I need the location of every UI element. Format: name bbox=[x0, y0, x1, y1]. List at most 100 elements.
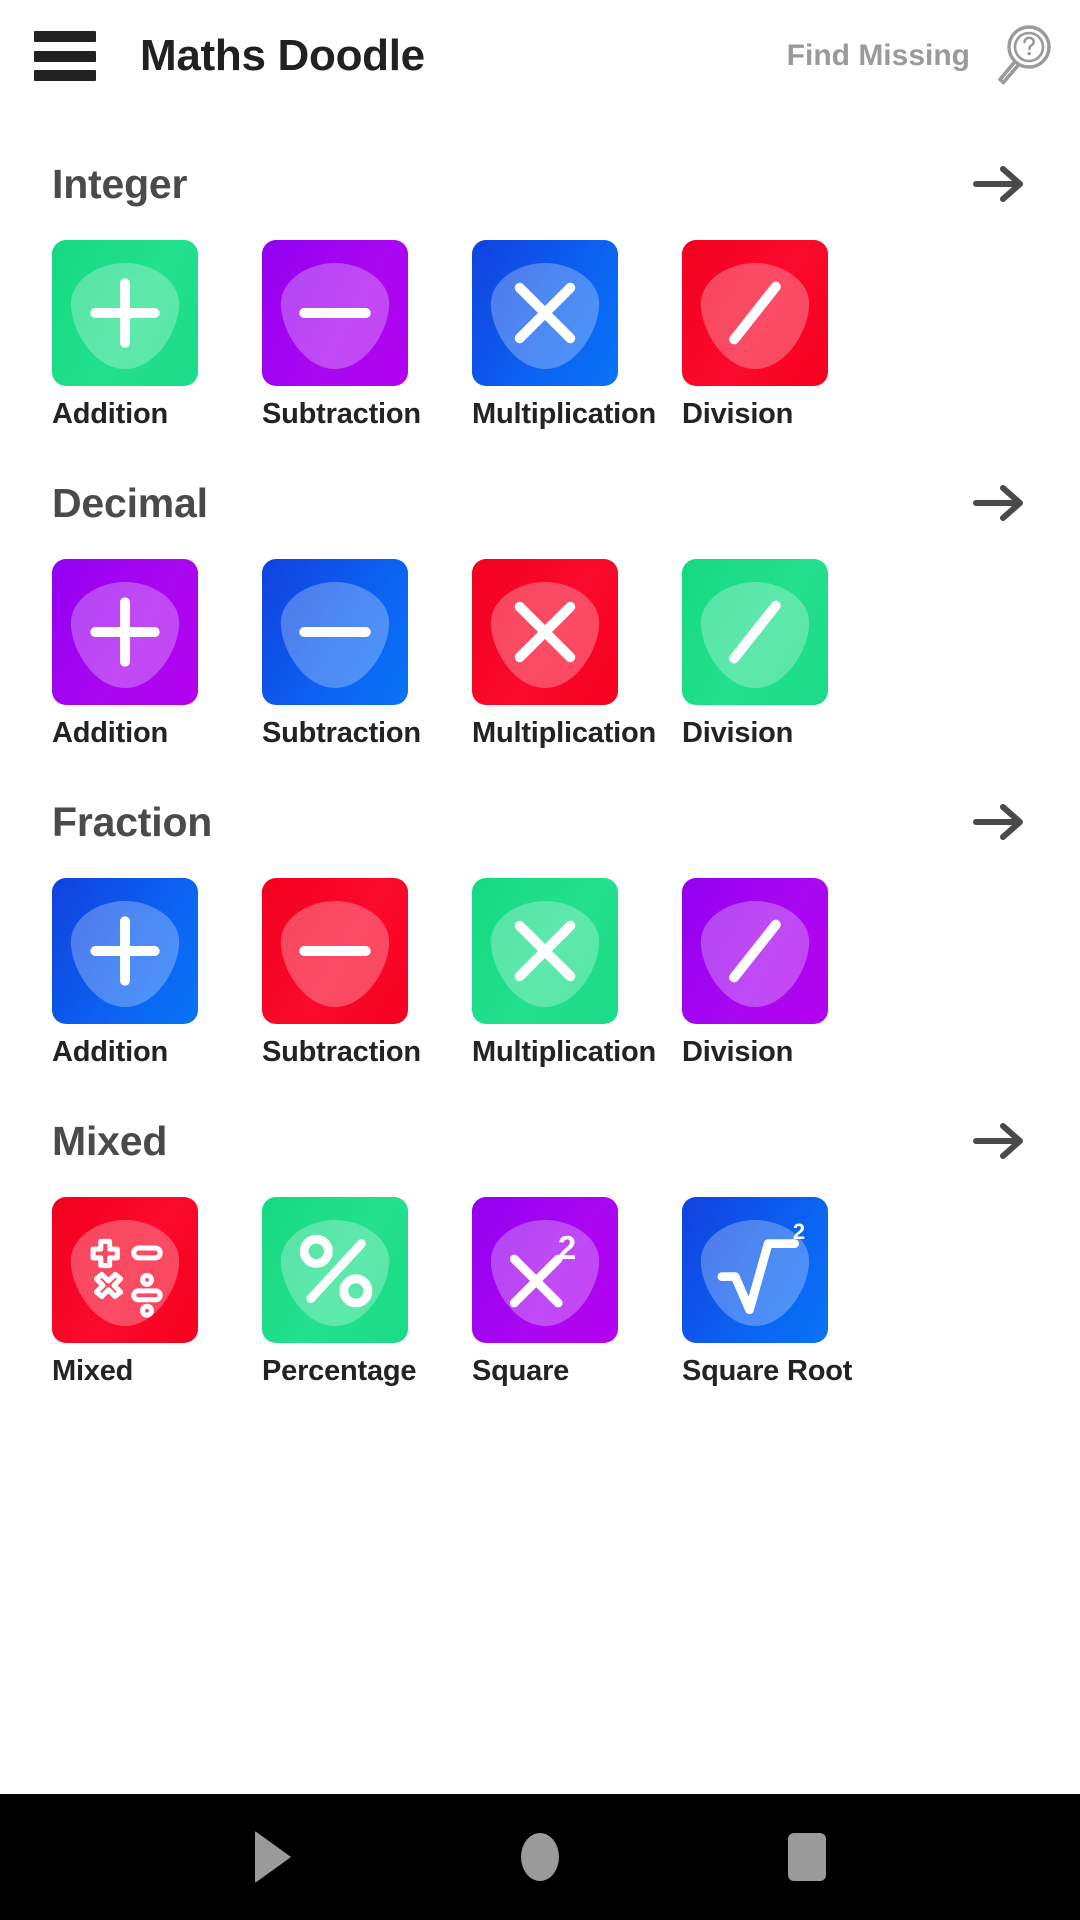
tile-cell: 2 Square bbox=[472, 1197, 618, 1388]
section-title: Mixed bbox=[52, 1117, 168, 1164]
tile-subtraction[interactable] bbox=[262, 240, 408, 386]
section-header: Mixed bbox=[52, 1093, 1028, 1189]
percent-icon bbox=[262, 1197, 408, 1343]
app-bar: Maths Doodle Find Missing bbox=[0, 0, 1080, 112]
multiply-icon bbox=[472, 240, 618, 386]
plus-icon bbox=[52, 240, 198, 386]
section-title: Decimal bbox=[52, 479, 208, 526]
section-header: Fraction bbox=[52, 774, 1028, 870]
svg-text:2: 2 bbox=[793, 1219, 805, 1244]
tile-multiplication[interactable] bbox=[472, 240, 618, 386]
section-decimal: Decimal Addition Subtraction Multiplication… bbox=[0, 455, 1080, 750]
tile-addition[interactable] bbox=[52, 240, 198, 386]
section-integer: Integer Addition Subtraction Multiplication… bbox=[0, 136, 1080, 431]
plus-icon bbox=[52, 559, 198, 705]
minus-icon bbox=[262, 559, 408, 705]
nav-back-triangle-icon[interactable] bbox=[230, 1814, 316, 1900]
tile-subtraction[interactable] bbox=[262, 559, 408, 705]
tile-division[interactable] bbox=[682, 878, 828, 1024]
find-missing-label[interactable]: Find Missing bbox=[787, 39, 970, 73]
tile-square-root[interactable]: 2 bbox=[682, 1197, 828, 1343]
section-header: Decimal bbox=[52, 455, 1028, 551]
tile-label: Division bbox=[682, 398, 794, 430]
svg-text:2: 2 bbox=[558, 1229, 576, 1266]
tile-cell: Addition bbox=[52, 878, 198, 1069]
tile-label: Addition bbox=[52, 398, 168, 430]
tile-label: Subtraction bbox=[262, 398, 421, 430]
android-navigation-bar bbox=[0, 1794, 1080, 1920]
tile-division[interactable] bbox=[682, 559, 828, 705]
divide-slash-icon bbox=[682, 240, 828, 386]
tile-cell: Subtraction bbox=[262, 878, 421, 1069]
hamburger-bar bbox=[34, 70, 96, 81]
section-header: Integer bbox=[52, 136, 1028, 232]
multiply-icon bbox=[472, 878, 618, 1024]
hamburger-bar bbox=[34, 50, 96, 62]
tile-cell: Percentage bbox=[262, 1197, 417, 1388]
tile-addition[interactable] bbox=[52, 559, 198, 705]
minus-icon bbox=[262, 240, 408, 386]
home-circle-shape bbox=[520, 1833, 559, 1881]
section-mixed: Mixed Mixed Percentage 2 Square 2 Square Root bbox=[0, 1093, 1080, 1388]
tile-cell: Addition bbox=[52, 240, 198, 431]
mixed-operations-icon bbox=[52, 1197, 198, 1343]
tile-label: Percentage bbox=[262, 1355, 417, 1387]
hamburger-menu-icon[interactable] bbox=[34, 31, 96, 81]
tile-cell: Subtraction bbox=[262, 559, 421, 750]
tile-row: Addition Subtraction Multiplication Divisio… bbox=[52, 559, 1028, 750]
tile-cell: Addition bbox=[52, 559, 198, 750]
tile-label: Square Root bbox=[682, 1355, 853, 1387]
nav-home-circle-icon[interactable] bbox=[497, 1814, 583, 1900]
tile-label: Division bbox=[682, 1036, 794, 1068]
x-squared-icon: 2 bbox=[472, 1197, 618, 1343]
tile-label: Square bbox=[472, 1355, 570, 1387]
recents-square-shape bbox=[787, 1833, 826, 1881]
tile-multiplication[interactable] bbox=[472, 878, 618, 1024]
magnifier-question-icon[interactable] bbox=[988, 23, 1054, 89]
tile-cell: Multiplication bbox=[472, 559, 656, 750]
tile-label: Addition bbox=[52, 1036, 168, 1068]
tile-cell: Mixed bbox=[52, 1197, 198, 1388]
tile-cell: Division bbox=[682, 559, 828, 750]
back-triangle-shape bbox=[255, 1831, 292, 1883]
tile-square[interactable]: 2 bbox=[472, 1197, 618, 1343]
tile-cell: Subtraction bbox=[262, 240, 421, 431]
tile-label: Multiplication bbox=[472, 1036, 657, 1068]
arrow-right-icon[interactable] bbox=[972, 799, 1028, 845]
plus-icon bbox=[52, 878, 198, 1024]
tile-percentage[interactable] bbox=[262, 1197, 408, 1343]
tile-cell: Multiplication bbox=[472, 240, 656, 431]
arrow-right-icon[interactable] bbox=[972, 480, 1028, 526]
divide-slash-icon bbox=[682, 559, 828, 705]
tile-row: Mixed Percentage 2 Square 2 Square Root bbox=[52, 1197, 1028, 1388]
section-title: Integer bbox=[52, 160, 188, 207]
arrow-right-icon[interactable] bbox=[972, 1118, 1028, 1164]
app-screen: Maths Doodle Find Missing Integer Additio… bbox=[0, 0, 1080, 1920]
tile-cell: Division bbox=[682, 878, 828, 1069]
tile-cell: Division bbox=[682, 240, 828, 431]
hamburger-bar bbox=[34, 31, 96, 42]
tile-label: Subtraction bbox=[262, 717, 421, 749]
section-fraction: Fraction Addition Subtraction Multiplicatio… bbox=[0, 774, 1080, 1069]
tile-label: Subtraction bbox=[262, 1036, 421, 1068]
sections-scroll-area[interactable]: Integer Addition Subtraction Multiplication… bbox=[0, 112, 1080, 1794]
tile-label: Addition bbox=[52, 717, 168, 749]
page-title: Maths Doodle bbox=[140, 31, 425, 80]
section-title: Fraction bbox=[52, 798, 213, 845]
multiply-icon bbox=[472, 559, 618, 705]
tile-label: Mixed bbox=[52, 1355, 134, 1387]
minus-icon bbox=[262, 878, 408, 1024]
tile-label: Division bbox=[682, 717, 794, 749]
divide-slash-icon bbox=[682, 878, 828, 1024]
tile-cell: 2 Square Root bbox=[682, 1197, 852, 1388]
tile-row: Addition Subtraction Multiplication Divisio… bbox=[52, 240, 1028, 431]
tile-label: Multiplication bbox=[472, 717, 657, 749]
tile-division[interactable] bbox=[682, 240, 828, 386]
tile-row: Addition Subtraction Multiplication Divisio… bbox=[52, 878, 1028, 1069]
tile-subtraction[interactable] bbox=[262, 878, 408, 1024]
arrow-right-icon[interactable] bbox=[972, 161, 1028, 207]
tile-multiplication[interactable] bbox=[472, 559, 618, 705]
tile-mixed[interactable] bbox=[52, 1197, 198, 1343]
tile-addition[interactable] bbox=[52, 878, 198, 1024]
nav-recents-square-icon[interactable] bbox=[764, 1814, 850, 1900]
